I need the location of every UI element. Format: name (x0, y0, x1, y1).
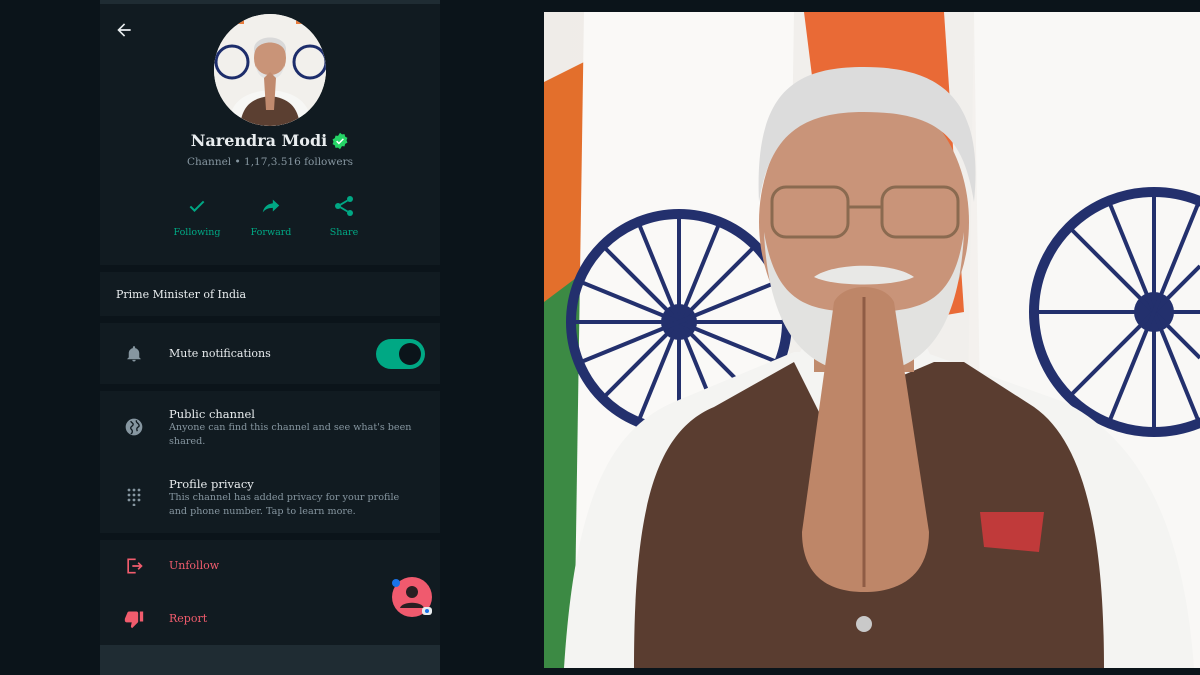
profile-privacy-title: Profile privacy (169, 477, 254, 491)
divider (100, 533, 440, 540)
channel-name-row: Narendra Modi (100, 131, 440, 150)
divider (100, 316, 440, 323)
share-icon (335, 196, 353, 216)
mute-label: Mute notifications (169, 347, 271, 360)
channel-description: Prime Minister of India (116, 288, 247, 301)
portrait-image (544, 12, 1200, 668)
following-button[interactable]: Following (162, 192, 232, 238)
floating-profile-button[interactable] (390, 577, 434, 619)
check-icon (189, 200, 205, 212)
profile-privacy-row[interactable]: Profile privacy This channel has added p… (100, 470, 440, 526)
mute-notifications-row[interactable]: Mute notifications (100, 328, 440, 380)
mute-toggle[interactable] (376, 339, 425, 369)
share-button[interactable]: Share (309, 192, 379, 238)
bell-icon (127, 346, 141, 362)
verified-badge-icon (332, 132, 348, 149)
toggle-knob (399, 343, 421, 365)
follower-count: Channel • 1,17,3.516 followers (187, 156, 353, 168)
forward-icon (262, 199, 280, 213)
report-label: Report (169, 612, 208, 625)
profile-privacy-subtitle: This channel has added privacy for your … (169, 492, 400, 517)
following-label: Following (173, 227, 221, 238)
forward-button[interactable]: Forward (236, 192, 306, 238)
divider (100, 265, 440, 272)
channel-info-panel: Narendra Modi Channel • 1,17,3.516 follo… (100, 0, 440, 675)
status-bar (100, 0, 440, 4)
divider (100, 384, 440, 391)
public-channel-row[interactable]: Public channel Anyone can find this chan… (100, 400, 440, 456)
public-channel-title: Public channel (169, 407, 255, 421)
user-icon (392, 577, 432, 617)
channel-name: Narendra Modi (190, 131, 328, 150)
forward-label: Forward (250, 227, 292, 238)
arrow-left-icon (117, 23, 131, 37)
unfollow-button[interactable]: Unfollow (100, 548, 340, 584)
public-channel-subtitle: Anyone can find this channel and see wha… (169, 422, 412, 447)
thumbs-down-icon (124, 611, 144, 629)
globe-icon (125, 418, 143, 436)
unfollow-label: Unfollow (169, 559, 220, 572)
report-button[interactable]: Report (100, 601, 340, 637)
avatar-photo (214, 14, 326, 126)
back-button[interactable] (112, 18, 136, 42)
share-label: Share (329, 227, 359, 238)
portrait-photo (544, 12, 1200, 668)
channel-avatar[interactable] (214, 14, 326, 126)
dots-grid-icon (127, 488, 141, 506)
bottom-bar (100, 645, 440, 675)
exit-icon (127, 558, 143, 574)
